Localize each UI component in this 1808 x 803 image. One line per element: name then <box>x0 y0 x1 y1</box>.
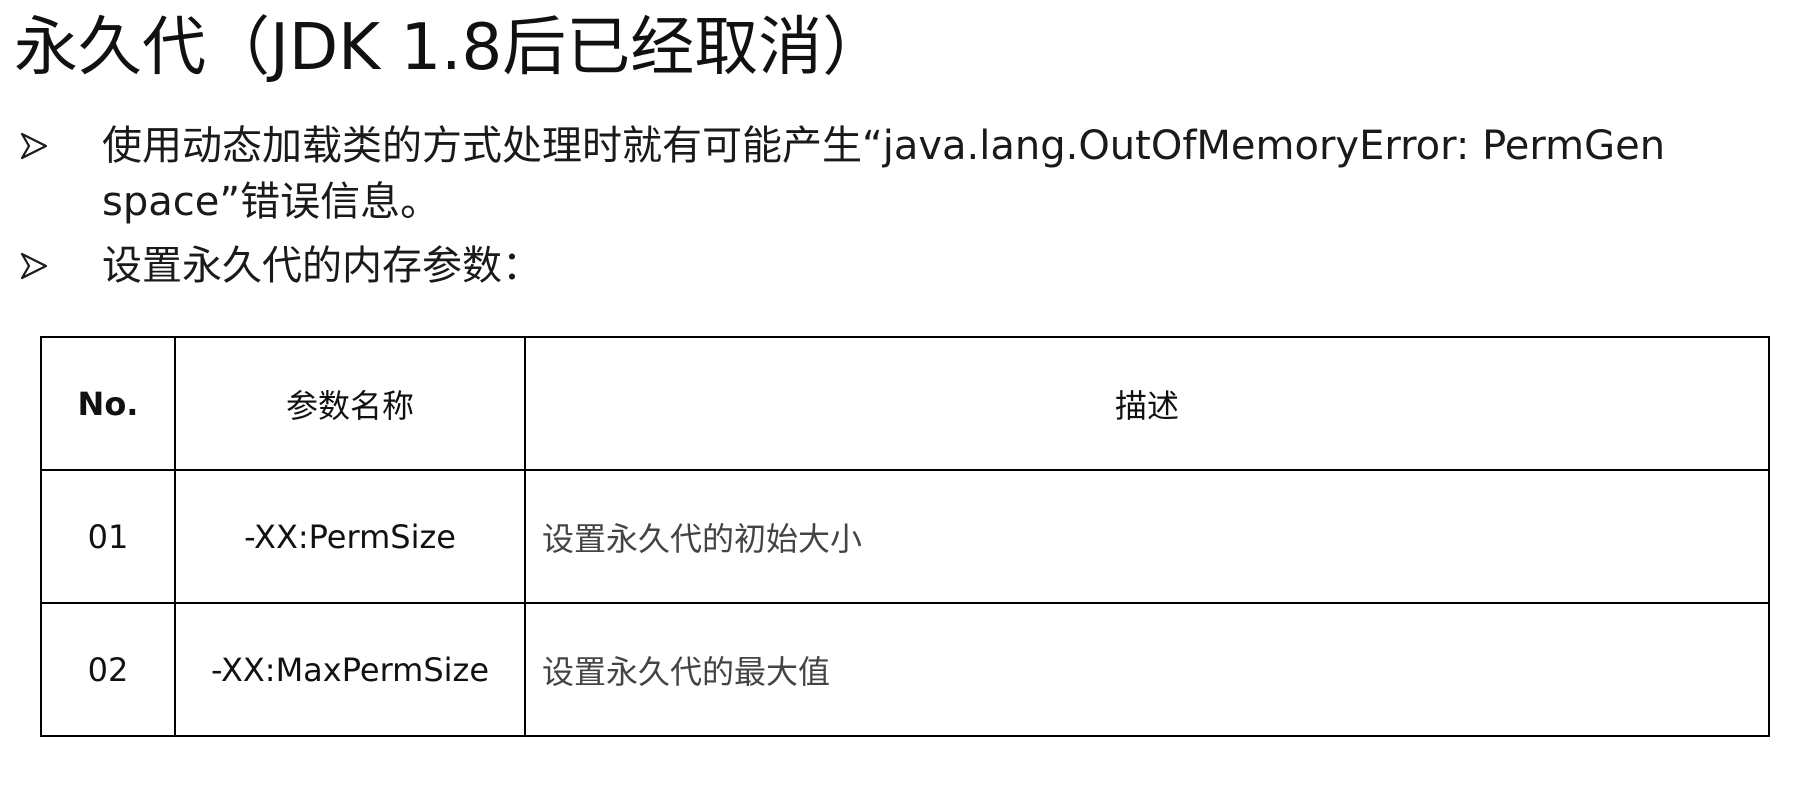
bullet-text: 设置永久代的内存参数： <box>102 243 542 289</box>
bullet-list: 使用动态加载类的方式处理时就有可能产生“java.lang.OutOfMemor… <box>20 118 1780 302</box>
arrow-right-icon <box>20 118 68 174</box>
cell-description: 设置永久代的初始大小 <box>524 469 1770 604</box>
table-row: 01 -XX:PermSize 设置永久代的初始大小 <box>40 469 1770 604</box>
header-no: No. <box>40 336 176 471</box>
cell-no: 02 <box>40 602 176 737</box>
header-description: 描述 <box>524 336 1770 471</box>
parameter-table: No. 参数名称 描述 01 -XX:PermSize 设置永久代的初始大小 0… <box>40 336 1770 737</box>
cell-param-name: -XX:MaxPermSize <box>174 602 526 737</box>
bullet-item: 设置永久代的内存参数： <box>20 238 1780 294</box>
table-row: 02 -XX:MaxPermSize 设置永久代的最大值 <box>40 602 1770 737</box>
header-param-name: 参数名称 <box>174 336 526 471</box>
table-header-row: No. 参数名称 描述 <box>40 336 1770 471</box>
cell-description: 设置永久代的最大值 <box>524 602 1770 737</box>
cell-param-name: -XX:PermSize <box>174 469 526 604</box>
arrow-right-icon <box>20 238 68 294</box>
cell-no: 01 <box>40 469 176 604</box>
bullet-text: 使用动态加载类的方式处理时就有可能产生“java.lang.OutOfMemor… <box>102 123 1666 225</box>
bullet-item: 使用动态加载类的方式处理时就有可能产生“java.lang.OutOfMemor… <box>20 118 1780 230</box>
slide-title: 永久代（JDK 1.8后已经取消） <box>14 11 887 85</box>
